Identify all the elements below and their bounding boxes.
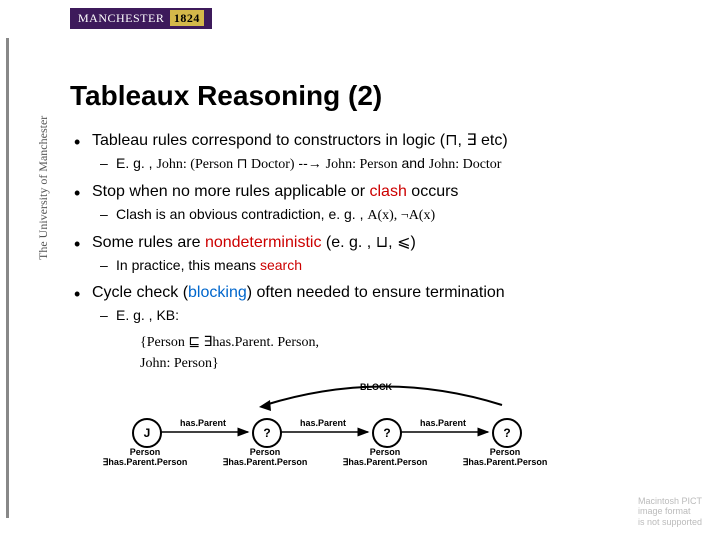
node-q3: ? — [492, 418, 522, 448]
block-diagram: BLOCK J ? ? ? has.Parent has.Parent has.… — [130, 380, 570, 490]
page-title: Tableaux Reasoning (2) — [70, 80, 700, 112]
kb-block: {Person ⊑ ∃has.Parent. Person, John: Per… — [140, 332, 700, 374]
bullet-1: Tableau rules correspond to constructors… — [70, 130, 700, 175]
slide-content: Tableaux Reasoning (2) Tableau rules cor… — [70, 80, 700, 378]
logo-banner: MANCHESTER 1824 — [70, 8, 212, 29]
edge-label-1: has.Parent — [180, 418, 226, 428]
node-q1: ? — [252, 418, 282, 448]
logo-text: MANCHESTER — [78, 11, 164, 25]
node-label-1: Person∃has.Parent.Person — [95, 448, 195, 468]
bullet-1-sub: E. g. , John: (Person ⊓ Doctor) --→ John… — [92, 154, 700, 175]
bullet-3: Some rules are nondeterministic (e. g. ,… — [70, 232, 700, 276]
bullet-2-sub: Clash is an obvious contradiction, e. g.… — [92, 205, 700, 226]
bullet-4: Cycle check (blocking) often needed to e… — [70, 282, 700, 374]
sidebar-university-text: The University of Manchester — [36, 116, 51, 260]
node-label-3: Person∃has.Parent.Person — [335, 448, 435, 468]
image-placeholder-text: Macintosh PICT image format is not suppo… — [638, 496, 702, 528]
node-q2: ? — [372, 418, 402, 448]
block-label: BLOCK — [360, 382, 392, 392]
bullet-2: Stop when no more rules applicable or cl… — [70, 181, 700, 226]
side-divider — [6, 38, 9, 518]
node-label-2: Person∃has.Parent.Person — [215, 448, 315, 468]
node-j: J — [132, 418, 162, 448]
bullet-list: Tableau rules correspond to constructors… — [70, 130, 700, 374]
node-label-4: Person∃has.Parent.Person — [455, 448, 555, 468]
bullet-3-sub: In practice, this means search — [92, 256, 700, 276]
bullet-4-sub: E. g. , KB: — [92, 306, 700, 326]
logo-year: 1824 — [170, 10, 204, 26]
edge-label-3: has.Parent — [420, 418, 466, 428]
edge-label-2: has.Parent — [300, 418, 346, 428]
